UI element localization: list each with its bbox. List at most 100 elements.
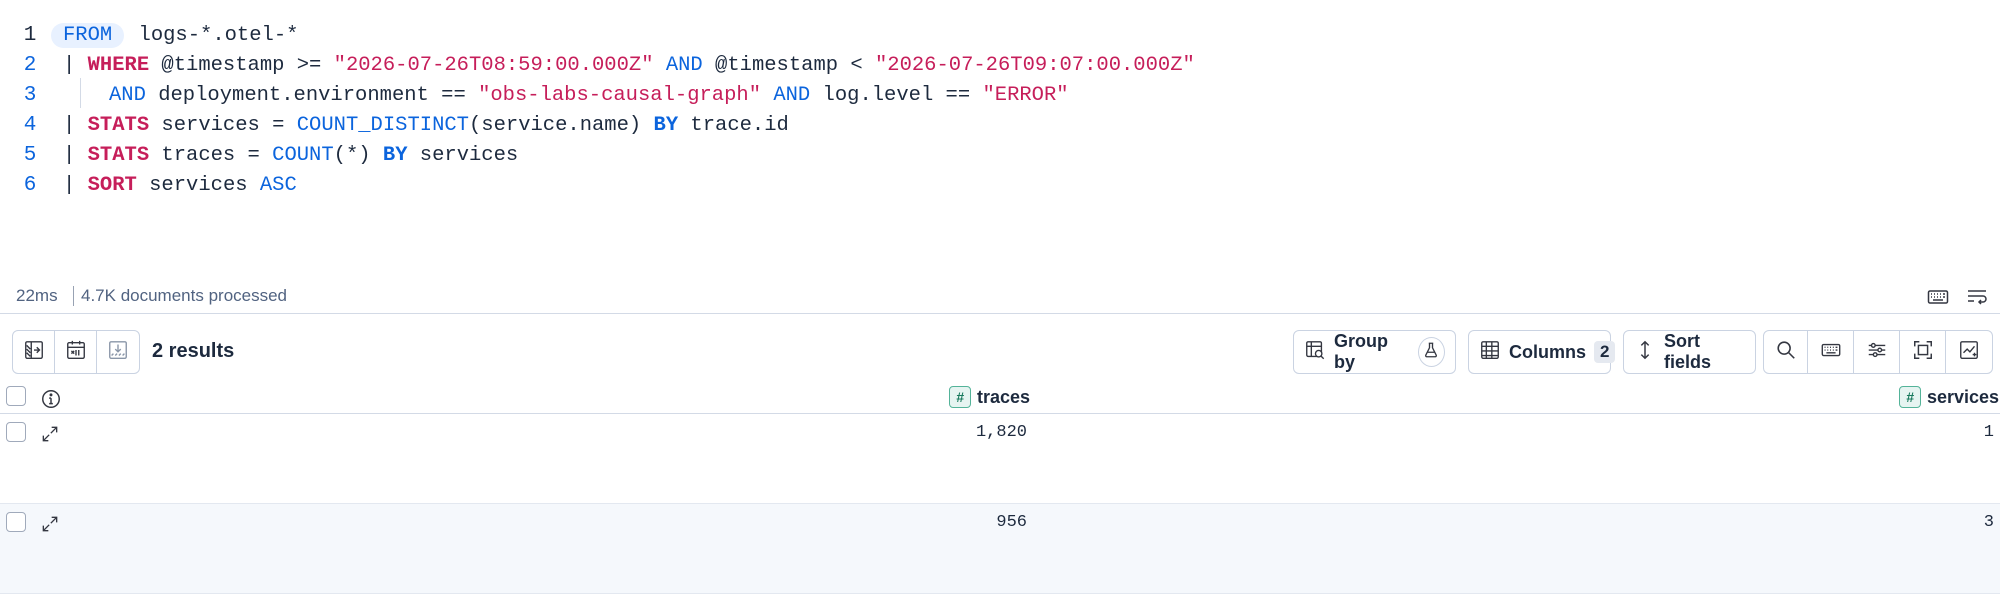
info-icon[interactable] [40,388,62,410]
code-fragment: (service.name) [468,113,654,137]
string-literal: "2026-07-26T08:59:00.000Z" [333,53,654,77]
column-header-traces[interactable]: # traces [949,386,1030,408]
columns-button[interactable]: Columns 2 [1468,330,1616,374]
query-editor[interactable]: 1 FROM logs-*.otel-* 2 | WHERE @timestam… [0,0,2000,270]
download-button[interactable] [97,331,139,373]
sort-fields-button[interactable]: Sort fields [1623,330,1756,374]
results-count: 2 results [152,340,235,362]
function-name: COUNT [272,143,334,167]
line-number: 5 [23,143,37,167]
code-line-6: 6 | SORT services ASC [0,170,2000,200]
results-toolbar: 2 results Group by Columns 2 Sort fields [0,314,2000,384]
wrap-lines-icon[interactable] [1965,285,1989,309]
code-line-2: 2 | WHERE @timestamp >= "2026-07-26T08:5… [0,50,2000,80]
code-text: AND deployment.environment == "obs-labs-… [85,84,1069,107]
code-fragment: services [136,173,260,197]
table-row[interactable]: 1,820 1 [0,414,2000,504]
group-by-button[interactable]: Group by [1293,330,1456,374]
line-number: 4 [23,113,37,137]
code-text: | STATS traces = COUNT(*) BY services [63,144,518,167]
download-icon [107,339,129,366]
right-actions-group [1763,330,1993,374]
and-operator: AND [665,53,703,77]
from-keyword: FROM [51,22,125,48]
cell-traces: 1,820 [975,423,1027,442]
where-keyword: WHERE [87,53,150,77]
string-literal: "2026-07-26T09:07:00.000Z" [874,53,1195,77]
search-button[interactable] [1764,331,1808,373]
cell-traces: 956 [996,513,1027,532]
by-keyword: BY [653,113,679,137]
toggle-sidebar-button[interactable] [13,331,55,373]
expand-icon[interactable] [40,424,60,444]
column-header-label: services [1927,386,2000,407]
group-by-icon [1304,339,1326,366]
line-number: 2 [23,53,37,77]
pipe: | [63,173,88,197]
add-chart-button[interactable] [1946,331,1992,373]
keyboard-icon[interactable] [1926,285,1950,309]
code-fragment: services [407,143,519,167]
query-duration: 22ms [16,285,58,305]
code-line-3: 3 AND deployment.environment == "obs-lab… [0,80,2000,110]
grid-header: # traces # services [0,384,2000,414]
code-fragment: @timestamp < [702,53,875,77]
column-header-label: traces [977,386,1031,407]
pipe: | [63,113,88,137]
sort-direction: ASC [259,173,297,197]
expand-icon[interactable] [40,514,60,534]
sort-fields-label: Sort fields [1664,331,1712,372]
code-line-4: 4 | STATS services = COUNT_DISTINCT(serv… [0,110,2000,140]
code-line-1: 1 FROM logs-*.otel-* [0,20,2000,50]
pipe: | [63,143,88,167]
code-fragment: deployment.environment == [145,83,479,107]
technical-preview-badge [1417,337,1445,367]
code-fragment: traces = [149,143,273,167]
query-status-bar: 22ms 4.7K documents processed [0,278,2000,314]
date-picker-button[interactable] [55,331,97,373]
by-keyword: BY [382,143,408,167]
select-all-checkbox[interactable] [6,386,26,406]
keyboard-shortcuts-button[interactable] [1808,331,1854,373]
table-row[interactable]: 956 3 [0,504,2000,594]
string-literal: "obs-labs-causal-graph" [478,83,762,107]
number-type-icon: # [1899,386,1921,408]
add-chart-icon [1958,339,1980,366]
fullscreen-icon [1912,339,1934,366]
code-text: FROM logs-*.otel-* [51,22,299,48]
index-pattern: logs-*.otel-* [126,23,299,47]
code-fragment: (*) [333,143,383,167]
stats-keyword: STATS [87,113,150,137]
pipe: | [63,53,88,77]
sort-icon [1634,339,1656,366]
columns-label: Columns [1509,341,1587,362]
line-number: 6 [23,173,37,197]
code-text: | STATS services = COUNT_DISTINCT(servic… [63,114,789,137]
row-checkbox[interactable] [6,512,26,532]
code-text: | SORT services ASC [63,174,297,197]
left-actions-group [12,330,140,374]
string-literal: "ERROR" [982,83,1069,107]
line-number: 3 [23,83,37,107]
code-text: | WHERE @timestamp >= "2026-07-26T08:59:… [63,54,1195,77]
line-number: 1 [23,23,37,47]
group-by-label: Group by [1334,331,1388,372]
status-separator [73,286,74,306]
table-columns-icon [1479,339,1501,366]
and-operator: AND [773,83,811,107]
fullscreen-button[interactable] [1900,331,1946,373]
toggle-sidebar-icon [23,339,45,366]
code-fragment: log.level == [810,83,983,107]
keyboard-icon [1820,339,1842,366]
date-picker-icon [65,339,87,366]
code-fragment: services = [149,113,297,137]
stats-keyword: STATS [87,143,150,167]
cell-services: 1 [1983,423,1994,442]
row-checkbox[interactable] [6,422,26,442]
display-settings-button[interactable] [1854,331,1900,373]
flask-icon [1422,341,1440,364]
column-header-services[interactable]: # services [1899,386,1999,408]
documents-processed: 4.7K documents processed [81,285,288,305]
columns-count-badge: 2 [1594,341,1616,363]
display-settings-icon [1866,339,1888,366]
